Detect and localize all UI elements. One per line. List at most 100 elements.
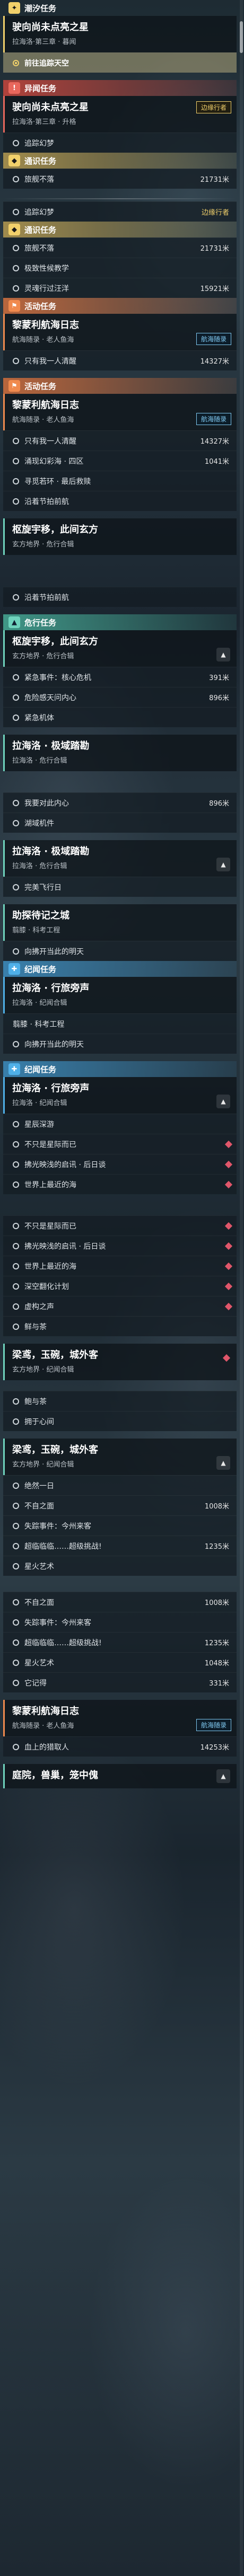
step-ring-icon	[13, 244, 19, 251]
step-ring-icon	[13, 1743, 19, 1750]
category-header-normal[interactable]: ◆ 通识任务	[3, 153, 237, 169]
marker-icon	[224, 1160, 233, 1168]
step-lg7b[interactable]: 星火艺术 1048米	[3, 1652, 237, 1672]
step-t1b[interactable]: 追踪幻梦 边缘行者	[3, 201, 237, 222]
step-lg1[interactable]: 鲍与茶	[3, 1391, 237, 1411]
step-xg4b[interactable]: 世界上最近的海	[3, 1256, 237, 1276]
quest-card-star2[interactable]: 驶向尚未点亮之星 拉海洛·第三章 · 升格 边缘行者	[3, 96, 237, 133]
step-lg4b[interactable]: 不自之面 1008米	[3, 1592, 237, 1612]
step-lg7[interactable]: 星火艺术	[3, 1556, 237, 1576]
step-l4[interactable]: 沿着节拍前航	[3, 491, 237, 511]
step-ring-icon	[13, 1303, 19, 1310]
category-header-danger[interactable]: ▲ 危行任务	[3, 614, 237, 630]
step-t4[interactable]: 灵魂行过汪洋 15921米	[3, 278, 237, 298]
chevron-up-icon[interactable]: ▲	[216, 858, 230, 871]
step-jb2b[interactable]: 向拂开当此的明天	[3, 1034, 237, 1054]
step-ring-icon	[13, 1263, 19, 1269]
quest-card-ji-2[interactable]: 拉海洛 · 极域踏勘 拉海洛 · 危行合辑 ▲	[3, 840, 237, 877]
quest-card-ji[interactable]: 拉海洛 · 极域踏勘 拉海洛 · 危行合辑	[3, 735, 237, 771]
scrollbar-track[interactable]	[240, 0, 243, 2576]
step-ring-icon	[13, 1563, 19, 1569]
category-header-unique[interactable]: ! 异闻任务	[3, 80, 237, 96]
step-xg4[interactable]: 世界上最近的海	[3, 1174, 237, 1194]
flag-icon: ⚑	[8, 300, 20, 312]
step-x3[interactable]: 紧急机体	[3, 707, 237, 727]
flag-icon: ⚑	[8, 380, 20, 392]
step-xg3b[interactable]: 拂光映浅的启讯 · 后日谈	[3, 1236, 237, 1256]
quest-card-log-2[interactable]: 黎蒙利航海日志 航海随录 · 老人鱼海 航海随录	[3, 394, 237, 430]
step-lg4[interactable]: 不自之面 1008米	[3, 1495, 237, 1515]
quest-card-end[interactable]: 庭院，兽巢，笼中傀 ▲	[3, 1764, 237, 1788]
step-xg2[interactable]: 不只是星际而已	[3, 1134, 237, 1154]
step-xg2b[interactable]: 不只是星际而已	[3, 1215, 237, 1236]
step-e1[interactable]: 血上的猎取人 14253米	[3, 1736, 237, 1757]
diamond-icon: ◆	[8, 224, 20, 235]
step-j1[interactable]: 我要对此内心 896米	[3, 792, 237, 813]
step-ring-icon	[13, 457, 19, 464]
quest-card-log-3[interactable]: 黎蒙利航海日志 航海随录 · 老人鱼海 航海随录	[3, 1700, 237, 1736]
step-l1b[interactable]: 只有我一人清醒 14327米	[3, 430, 237, 451]
step-l4b[interactable]: 沿着节拍前航	[3, 587, 237, 607]
step-ring-icon	[13, 799, 19, 806]
chevron-up-icon[interactable]: ▲	[216, 648, 230, 661]
quest-card-liang[interactable]: 梁鸢，玉碗，城外客 玄方地界 · 纪闻合辑	[3, 1344, 237, 1380]
scrollbar-thumb[interactable]	[240, 21, 243, 53]
quest-card-star[interactable]: 驶向尚未点亮之星 拉海洛·第三章 · 暮闻	[3, 16, 237, 52]
step-j2[interactable]: 湖域机件	[3, 813, 237, 833]
step-xg5[interactable]: 深空翻化计划	[3, 1276, 237, 1296]
step-lg8[interactable]: 它记得 331米	[3, 1672, 237, 1692]
step-t2[interactable]: 旅舰不落 21731米	[3, 169, 237, 189]
step-l2[interactable]: 涌现幻彩海 · 四区 1041米	[3, 451, 237, 471]
category-header-activity[interactable]: ⚑ 活动任务	[3, 298, 237, 314]
category-header-chronicle-2[interactable]: ✚ 纪闻任务	[3, 1061, 237, 1077]
step-x1[interactable]: 紧急事件：核心危机 391米	[3, 667, 237, 687]
step-jb2[interactable]: 向拂开当此的明天	[3, 941, 237, 961]
step-xg1[interactable]: 星辰深游	[3, 1114, 237, 1134]
category-header-activity-2[interactable]: ⚑ 活动任务	[3, 378, 237, 394]
quest-card-xing-2[interactable]: 拉海洛 · 行旅旁声 拉海洛 · 纪闻合辑 ▲	[3, 1077, 237, 1114]
chevron-up-icon[interactable]: ▲	[216, 1095, 230, 1108]
quest-card-xing[interactable]: 拉海洛 · 行旅旁声 拉海洛 · 纪闻合辑	[3, 977, 237, 1013]
step-ring-icon	[13, 1283, 19, 1290]
step-ring-icon	[13, 1222, 19, 1229]
category-header-chronicle[interactable]: ✚ 纪闻任务	[3, 961, 237, 977]
step-lg5b[interactable]: 失踪事件：今州来客	[3, 1612, 237, 1632]
marker-icon	[224, 1242, 233, 1250]
step-track[interactable]: 前往追踪天空	[3, 52, 237, 73]
category-header-normal-2[interactable]: ◆ 通识任务	[3, 222, 237, 237]
step-lg2[interactable]: 拥于心间	[3, 1411, 237, 1431]
step-t3[interactable]: 极致性候教学	[3, 258, 237, 278]
quest-card-xuan[interactable]: 枢旋宇移，此间玄方 玄方地界 · 危行合辑	[3, 518, 237, 555]
step-x2[interactable]: 危险感天问内心 896米	[3, 687, 237, 707]
step-t2b[interactable]: 旅舰不落 21731米	[3, 237, 237, 258]
step-l1[interactable]: 只有我一人清醒 14327米	[3, 350, 237, 370]
step-ring-icon	[13, 478, 19, 484]
diamond-icon: ◆	[8, 155, 20, 166]
step-xg7[interactable]: 鲜与茶	[3, 1316, 237, 1336]
step-ring-icon	[13, 437, 19, 444]
warning-icon: ▲	[8, 616, 20, 628]
quest-card-xuan-2[interactable]: 枢旋宇移，此间玄方 玄方地界 · 危行合辑 ▲	[3, 630, 237, 667]
chevron-up-icon[interactable]: ▲	[216, 1769, 230, 1783]
marker-icon	[224, 1302, 233, 1310]
step-ring-icon	[13, 1679, 19, 1686]
quest-card-jiban[interactable]: 助探待记之城 翦膝 · 科考工程	[3, 904, 237, 941]
step-t1[interactable]: 追踪幻梦	[3, 133, 237, 153]
step-lg6[interactable]: 超临临临……超级挑战! 1235米	[3, 1536, 237, 1556]
step-ring-icon	[13, 1522, 19, 1529]
quest-card-liang-2[interactable]: 梁鸢，玉碗，城外客 玄方地界 · 纪闻合辑 ▲	[3, 1439, 237, 1475]
step-l3[interactable]: 寻觅若环 · 最后救赎	[3, 471, 237, 491]
step-ring-icon	[13, 694, 19, 701]
step-lg6b[interactable]: 超临临临……超级挑战! 1235米	[3, 1632, 237, 1652]
quest-card-log[interactable]: 黎蒙利航海日志 航海随录 · 老人鱼海 航海随录	[3, 314, 237, 350]
step-xg3[interactable]: 拂光映浅的启讯 · 后日谈	[3, 1154, 237, 1174]
step-ring-icon	[13, 714, 19, 721]
step-jb1[interactable]: 完美飞行日	[3, 877, 237, 897]
chevron-up-icon[interactable]: ▲	[216, 1456, 230, 1470]
step-xg6[interactable]: 虚构之声	[3, 1296, 237, 1316]
step-lg5[interactable]: 失踪事件：今州来客	[3, 1515, 237, 1536]
step-ring-icon	[13, 1542, 19, 1549]
step-jiban-sub[interactable]: 翦膝 · 科考工程	[3, 1013, 237, 1034]
step-lg3[interactable]: 绝然一日	[3, 1475, 237, 1495]
category-header-lunar[interactable]: ✦ 潮汐任务	[3, 0, 237, 16]
